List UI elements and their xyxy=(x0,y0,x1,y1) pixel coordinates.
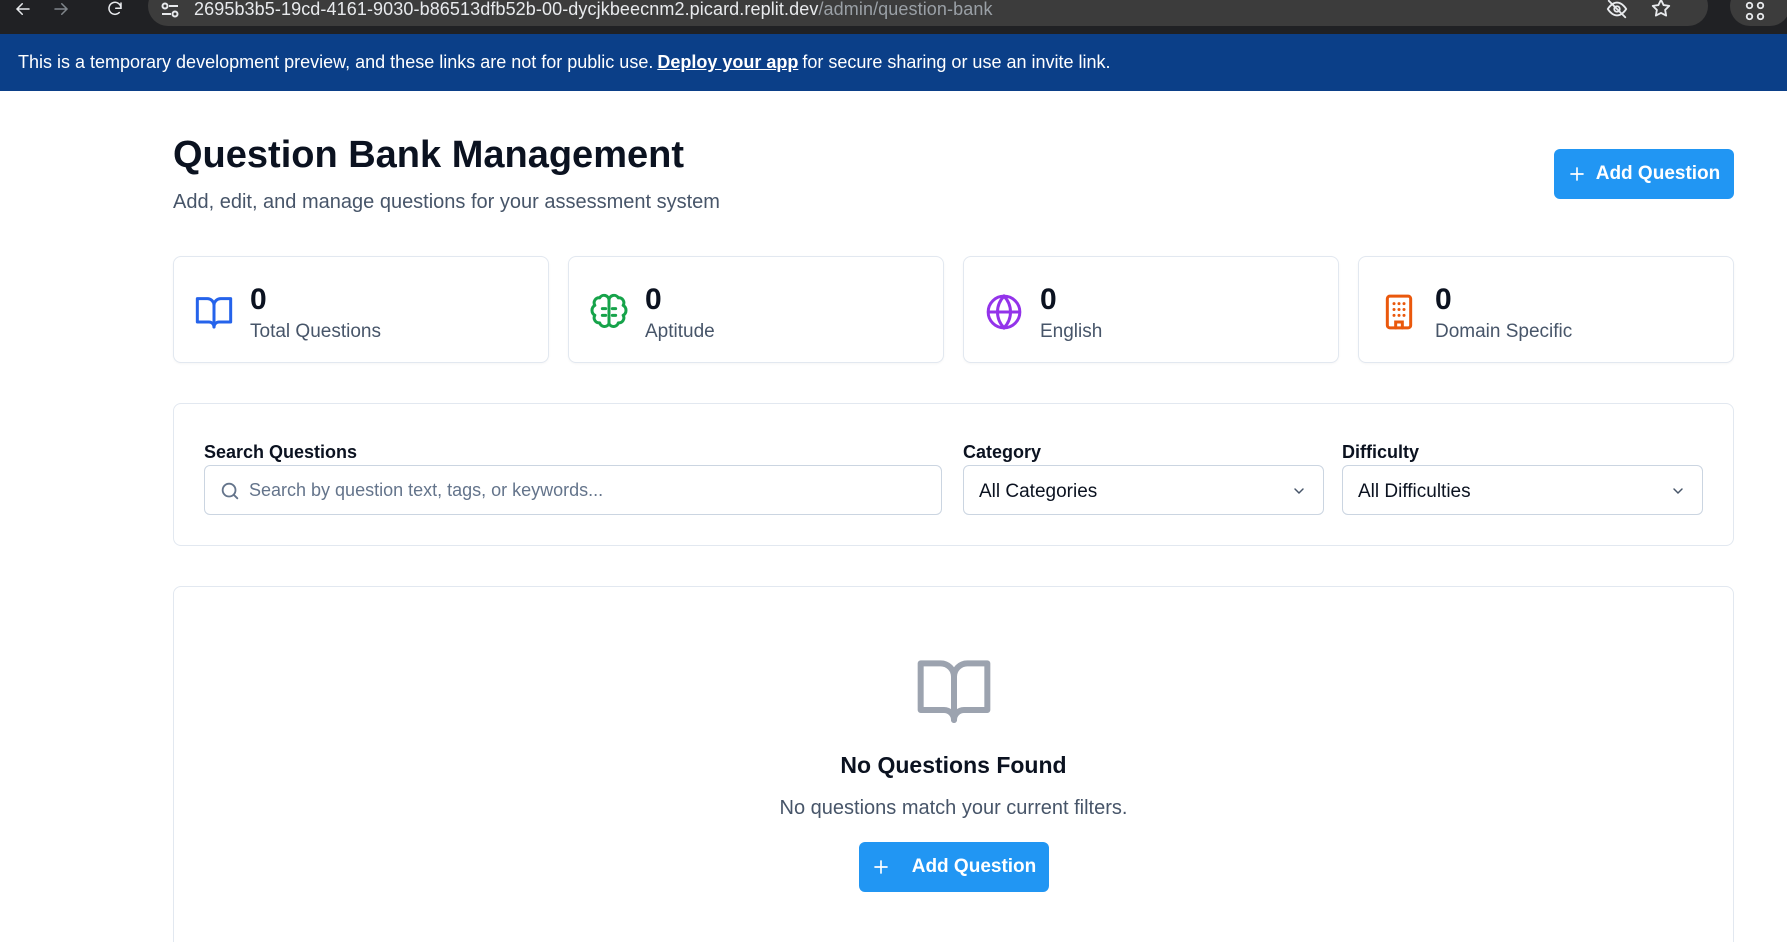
difficulty-select[interactable]: All Difficulties xyxy=(1342,465,1703,515)
search-box[interactable] xyxy=(204,465,942,515)
address-bar[interactable]: 2695b3b5-19cd-4161-9030-b86513dfb52b-00-… xyxy=(148,0,1708,26)
arrow-right-icon xyxy=(54,3,69,15)
stat-label: Aptitude xyxy=(645,321,715,342)
extensions-icon xyxy=(1745,1,1765,21)
reload-button[interactable] xyxy=(102,0,128,18)
url-host: 2695b3b5-19cd-4161-9030-b86513dfb52b-00-… xyxy=(194,0,819,19)
filters-panel: Search Questions Category All Categories… xyxy=(173,403,1734,546)
plus-icon xyxy=(1569,167,1584,181)
search-icon xyxy=(221,482,239,500)
dev-preview-banner: This is a temporary development preview,… xyxy=(0,34,1787,91)
add-question-button[interactable]: Add Question xyxy=(1554,149,1734,199)
url-text: 2695b3b5-19cd-4161-9030-b86513dfb52b-00-… xyxy=(194,0,993,20)
url-path: /admin/question-bank xyxy=(818,0,993,19)
arrow-left-icon xyxy=(15,3,30,15)
empty-state-message: No questions match your current filters. xyxy=(779,797,1128,819)
forward-button[interactable] xyxy=(48,0,74,18)
deploy-app-link[interactable]: Deploy your app xyxy=(657,52,798,73)
stat-value: 0 xyxy=(1435,283,1452,316)
search-input[interactable] xyxy=(249,466,929,514)
questions-list-empty: No Questions Found No questions match yo… xyxy=(173,586,1734,942)
browser-toolbar: 2695b3b5-19cd-4161-9030-b86513dfb52b-00-… xyxy=(0,0,1787,34)
page-subtitle: Add, edit, and manage questions for your… xyxy=(173,191,720,213)
chevron-down-icon xyxy=(1673,488,1683,495)
stat-card-english: 0 English xyxy=(963,256,1339,363)
reload-icon xyxy=(108,1,122,16)
banner-text-after: for secure sharing or use an invite link… xyxy=(802,52,1111,72)
book-open-icon xyxy=(195,297,233,329)
chevron-down-icon xyxy=(1294,488,1304,495)
category-label: Category xyxy=(963,442,1042,462)
banner-text: This is a temporary development preview,… xyxy=(18,52,654,72)
brain-icon xyxy=(590,293,628,328)
stat-card-domain-specific: 0 Domain Specific xyxy=(1358,256,1734,363)
add-question-label: Add Question xyxy=(1595,163,1721,184)
building-icon xyxy=(1385,294,1413,330)
book-open-icon xyxy=(917,660,991,723)
search-label: Search Questions xyxy=(204,442,358,462)
stat-card-total-questions: 0 Total Questions xyxy=(173,256,549,363)
add-question-empty-button[interactable]: Add Question xyxy=(859,842,1049,892)
difficulty-select-value: All Difficulties xyxy=(1358,481,1471,502)
empty-state-title: No Questions Found xyxy=(840,752,1067,778)
plus-icon xyxy=(873,860,888,874)
stat-value: 0 xyxy=(1040,283,1057,316)
back-button[interactable] xyxy=(10,0,36,18)
eye-off-icon[interactable] xyxy=(1606,0,1628,20)
add-question-label: Add Question xyxy=(911,856,1037,877)
stat-value: 0 xyxy=(645,283,662,316)
globe-icon xyxy=(986,294,1022,330)
stat-label: English xyxy=(1040,321,1103,342)
category-select[interactable]: All Categories xyxy=(963,465,1324,515)
stat-card-aptitude: 0 Aptitude xyxy=(568,256,944,363)
category-select-value: All Categories xyxy=(979,481,1098,502)
bookmark-star-icon[interactable] xyxy=(1650,0,1672,19)
stat-value: 0 xyxy=(250,283,267,316)
extensions-button[interactable] xyxy=(1730,0,1787,26)
stat-label: Domain Specific xyxy=(1435,321,1573,342)
page-title: Question Bank Management xyxy=(173,134,684,176)
site-settings-icon[interactable] xyxy=(158,0,182,22)
difficulty-label: Difficulty xyxy=(1342,442,1420,462)
stat-label: Total Questions xyxy=(250,321,381,342)
